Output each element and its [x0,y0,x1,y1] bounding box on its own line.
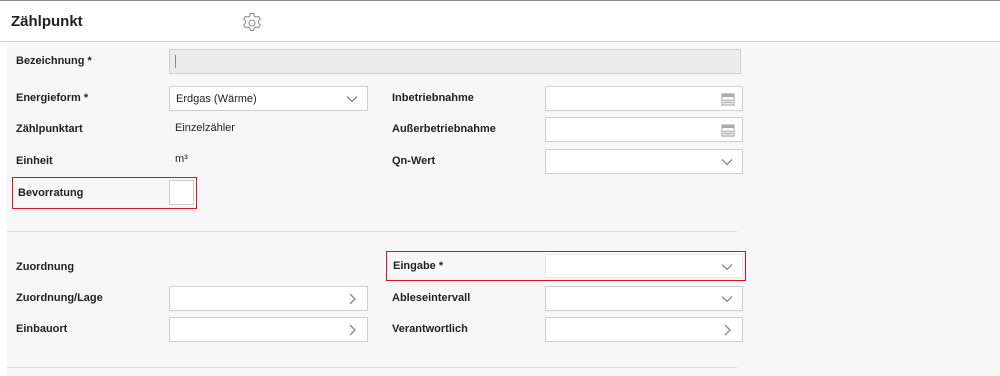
ableseintervall-label: Ableseintervall [392,292,471,304]
chevron-down-icon [721,159,733,166]
qn-wert-label: Qn-Wert [392,155,436,167]
chevron-right-icon[interactable] [721,324,733,336]
verantwortlich-picker[interactable] [545,317,743,342]
section-divider [7,367,737,368]
energieform-select[interactable]: Erdgas (Wärme) [169,86,368,111]
chevron-right-icon[interactable] [346,324,358,336]
calendar-icon[interactable] [721,123,735,137]
ausserbetriebnahme-date-field[interactable] [545,117,743,142]
zuordnung-lage-label: Zuordnung/Lage [16,292,103,304]
chevron-down-icon [721,296,733,303]
einbauort-picker[interactable] [169,317,368,342]
verantwortlich-label: Verantwortlich [392,323,468,335]
zuordnung-lage-picker[interactable] [169,286,368,311]
ausserbetriebnahme-label: Außerbetriebnahme [392,123,496,135]
chevron-down-icon [346,96,358,103]
bezeichnung-input[interactable] [169,49,741,74]
page-title: Zählpunkt [11,13,83,30]
bevorratung-label: Bevorratung [18,187,84,199]
zaehlpunktart-value: Einzelzähler [175,122,235,134]
page-header: Zählpunkt [0,0,1000,42]
bevorratung-checkbox[interactable] [169,180,194,205]
einheit-value: m³ [175,153,188,165]
inbetriebnahme-date-field[interactable] [545,86,743,111]
eingabe-label: Eingabe * [393,260,444,272]
qn-wert-select[interactable] [545,149,743,174]
einheit-label: Einheit [16,155,53,167]
inbetriebnahme-label: Inbetriebnahme [392,92,474,104]
chevron-down-icon [721,264,733,271]
zaehlpunktart-label: Zählpunktart [16,123,83,135]
gear-icon[interactable] [240,11,264,35]
energieform-label: Energieform * [16,92,89,104]
zuordnung-label: Zuordnung [16,261,75,273]
calendar-icon[interactable] [721,92,735,106]
energieform-value: Erdgas (Wärme) [176,93,257,105]
ableseintervall-select[interactable] [545,286,743,311]
chevron-right-icon[interactable] [346,293,358,305]
section-divider [7,231,737,232]
bezeichnung-label: Bezeichnung * [16,55,92,67]
text-caret [175,55,176,68]
einbauort-label: Einbauort [16,323,68,335]
form-panel [7,43,1000,376]
eingabe-select[interactable] [545,254,743,278]
